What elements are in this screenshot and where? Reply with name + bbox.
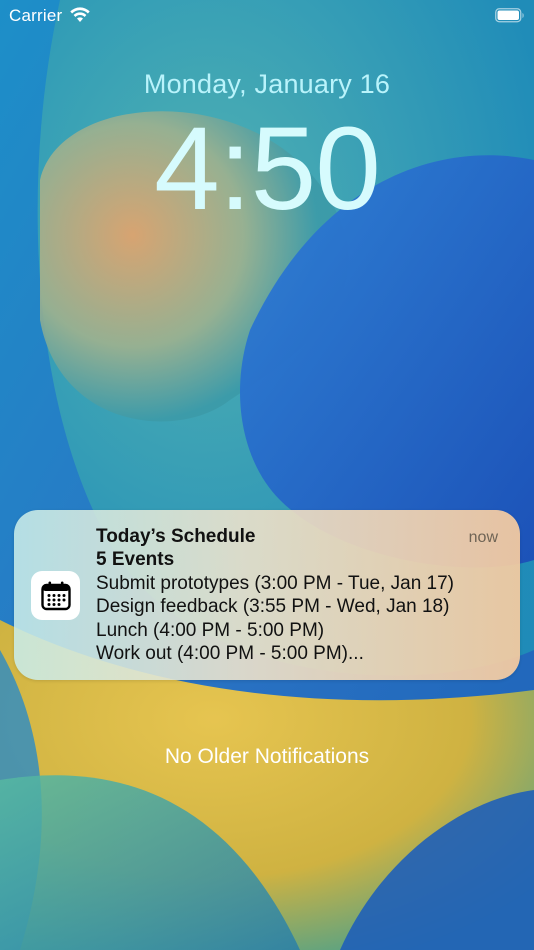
no-older-notifications-label: No Older Notifications [164,745,370,768]
calendar-icon [31,571,80,620]
notification-line: Design feedback (3:55 PM - Wed, Jan 18) [96,596,450,618]
battery-icon [495,8,525,28]
lock-screen-time: 4:50 [154,103,381,235]
notification-subtitle: 5 Events [96,549,175,570]
notification-title: Today’s Schedule [96,526,256,547]
carrier-label: Carrier [9,6,63,25]
notification-line: Submit prototypes (3:00 PM - Tue, Jan 17… [96,573,455,594]
notification-line: Lunch (4:00 PM - 5:00 PM) [96,619,325,641]
lock-screen-date: Monday, January 16 [143,69,391,99]
notification-line: Work out (4:00 PM - 5:00 PM)... [96,642,364,664]
status-bar: Carrier [0,0,534,34]
notification-body: Submit prototypes (3:00 PM - Tue, Jan 17… [96,572,454,665]
notification-card[interactable]: Today’s Schedule now 5 Events Submit pro… [14,510,520,680]
notification-timestamp: now [468,529,498,546]
wifi-icon [70,7,90,28]
